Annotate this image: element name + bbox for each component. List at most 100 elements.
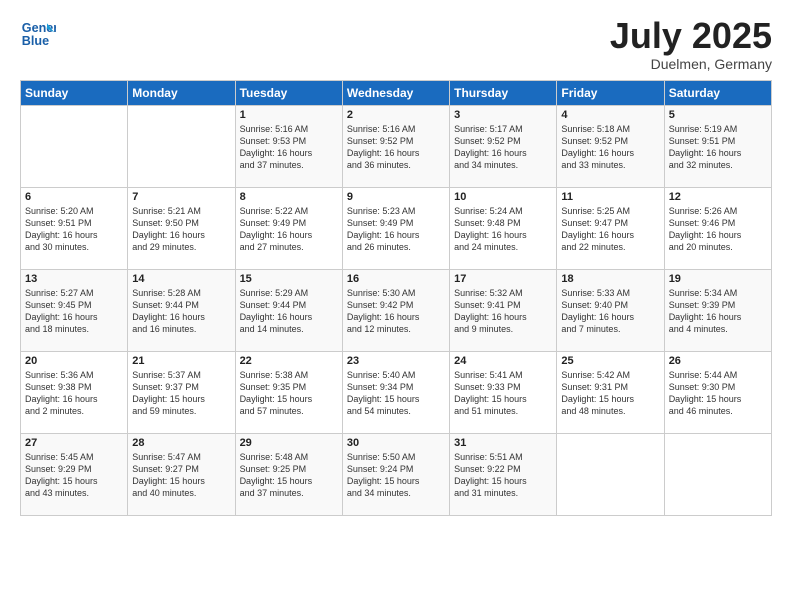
day-header-saturday: Saturday <box>664 80 771 105</box>
calendar-cell: 6 Sunrise: 5:20 AM Sunset: 9:51 PM Daylig… <box>21 187 128 269</box>
cell-content: Sunrise: 5:38 AM Sunset: 9:35 PM Dayligh… <box>240 369 338 418</box>
calendar-cell: 16 Sunrise: 5:30 AM Sunset: 9:42 PM Dayli… <box>342 269 449 351</box>
day-number: 21 <box>132 355 230 367</box>
logo: General Blue <box>20 16 56 52</box>
cell-content: Sunrise: 5:19 AM Sunset: 9:51 PM Dayligh… <box>669 123 767 172</box>
calendar-cell: 1Sunrise: 5:16 AM Sunset: 9:53 PM Daylig… <box>235 105 342 187</box>
day-number: 3 <box>454 109 552 121</box>
logo-icon: General Blue <box>20 16 56 52</box>
day-header-wednesday: Wednesday <box>342 80 449 105</box>
day-number: 17 <box>454 273 552 285</box>
day-number: 26 <box>669 355 767 367</box>
day-number: 15 <box>240 273 338 285</box>
day-number: 7 <box>132 191 230 203</box>
calendar-table: SundayMondayTuesdayWednesdayThursdayFrid… <box>20 80 772 516</box>
cell-content: Sunrise: 5:37 AM Sunset: 9:37 PM Dayligh… <box>132 369 230 418</box>
day-header-thursday: Thursday <box>450 80 557 105</box>
cell-content: Sunrise: 5:30 AM Sunset: 9:42 PM Dayligh… <box>347 287 445 336</box>
calendar-week-3: 13 Sunrise: 5:27 AM Sunset: 9:45 PM Dayli… <box>21 269 772 351</box>
calendar-week-5: 27 Sunrise: 5:45 AM Sunset: 9:29 PM Dayli… <box>21 433 772 515</box>
calendar-week-4: 20Sunrise: 5:36 AM Sunset: 9:38 PM Dayli… <box>21 351 772 433</box>
calendar-cell: 15Sunrise: 5:29 AM Sunset: 9:44 PM Dayli… <box>235 269 342 351</box>
calendar-cell: 18Sunrise: 5:33 AM Sunset: 9:40 PM Dayli… <box>557 269 664 351</box>
cell-content: Sunrise: 5:42 AM Sunset: 9:31 PM Dayligh… <box>561 369 659 418</box>
calendar-cell: 13 Sunrise: 5:27 AM Sunset: 9:45 PM Dayli… <box>21 269 128 351</box>
day-number: 30 <box>347 437 445 449</box>
cell-content: Sunrise: 5:27 AM Sunset: 9:45 PM Dayligh… <box>25 287 123 336</box>
calendar-cell: 14Sunrise: 5:28 AM Sunset: 9:44 PM Dayli… <box>128 269 235 351</box>
cell-content: Sunrise: 5:25 AM Sunset: 9:47 PM Dayligh… <box>561 205 659 254</box>
calendar-week-2: 6 Sunrise: 5:20 AM Sunset: 9:51 PM Daylig… <box>21 187 772 269</box>
calendar-cell: 9 Sunrise: 5:23 AM Sunset: 9:49 PM Daylig… <box>342 187 449 269</box>
cell-content: Sunrise: 5:28 AM Sunset: 9:44 PM Dayligh… <box>132 287 230 336</box>
cell-content: Sunrise: 5:17 AM Sunset: 9:52 PM Dayligh… <box>454 123 552 172</box>
calendar-cell: 28 Sunrise: 5:47 AM Sunset: 9:27 PM Dayli… <box>128 433 235 515</box>
title-block: July 2025 Duelmen, Germany <box>610 16 772 72</box>
day-header-monday: Monday <box>128 80 235 105</box>
cell-content: Sunrise: 5:18 AM Sunset: 9:52 PM Dayligh… <box>561 123 659 172</box>
calendar-cell: 26 Sunrise: 5:44 AM Sunset: 9:30 PM Dayli… <box>664 351 771 433</box>
calendar-cell <box>557 433 664 515</box>
cell-content: Sunrise: 5:45 AM Sunset: 9:29 PM Dayligh… <box>25 451 123 500</box>
day-number: 28 <box>132 437 230 449</box>
calendar-cell <box>128 105 235 187</box>
page-header: General Blue July 2025 Duelmen, Germany <box>20 16 772 72</box>
day-number: 12 <box>669 191 767 203</box>
day-number: 9 <box>347 191 445 203</box>
cell-content: Sunrise: 5:26 AM Sunset: 9:46 PM Dayligh… <box>669 205 767 254</box>
calendar-cell <box>21 105 128 187</box>
calendar-cell: 11 Sunrise: 5:25 AM Sunset: 9:47 PM Dayli… <box>557 187 664 269</box>
day-number: 24 <box>454 355 552 367</box>
calendar-cell: 2Sunrise: 5:16 AM Sunset: 9:52 PM Daylig… <box>342 105 449 187</box>
cell-content: Sunrise: 5:33 AM Sunset: 9:40 PM Dayligh… <box>561 287 659 336</box>
calendar-cell: 4Sunrise: 5:18 AM Sunset: 9:52 PM Daylig… <box>557 105 664 187</box>
cell-content: Sunrise: 5:32 AM Sunset: 9:41 PM Dayligh… <box>454 287 552 336</box>
calendar-cell: 31 Sunrise: 5:51 AM Sunset: 9:22 PM Dayli… <box>450 433 557 515</box>
cell-content: Sunrise: 5:48 AM Sunset: 9:25 PM Dayligh… <box>240 451 338 500</box>
day-number: 8 <box>240 191 338 203</box>
calendar-cell: 19 Sunrise: 5:34 AM Sunset: 9:39 PM Dayli… <box>664 269 771 351</box>
location-subtitle: Duelmen, Germany <box>610 56 772 72</box>
day-number: 27 <box>25 437 123 449</box>
cell-content: Sunrise: 5:23 AM Sunset: 9:49 PM Dayligh… <box>347 205 445 254</box>
day-number: 10 <box>454 191 552 203</box>
cell-content: Sunrise: 5:20 AM Sunset: 9:51 PM Dayligh… <box>25 205 123 254</box>
calendar-cell: 20Sunrise: 5:36 AM Sunset: 9:38 PM Dayli… <box>21 351 128 433</box>
day-number: 29 <box>240 437 338 449</box>
calendar-cell: 29 Sunrise: 5:48 AM Sunset: 9:25 PM Dayli… <box>235 433 342 515</box>
day-number: 11 <box>561 191 659 203</box>
day-number: 19 <box>669 273 767 285</box>
day-header-tuesday: Tuesday <box>235 80 342 105</box>
day-number: 16 <box>347 273 445 285</box>
day-number: 31 <box>454 437 552 449</box>
calendar-cell: 5 Sunrise: 5:19 AM Sunset: 9:51 PM Daylig… <box>664 105 771 187</box>
calendar-cell: 21 Sunrise: 5:37 AM Sunset: 9:37 PM Dayli… <box>128 351 235 433</box>
day-number: 6 <box>25 191 123 203</box>
calendar-cell: 24 Sunrise: 5:41 AM Sunset: 9:33 PM Dayli… <box>450 351 557 433</box>
calendar-cell: 12 Sunrise: 5:26 AM Sunset: 9:46 PM Dayli… <box>664 187 771 269</box>
day-number: 5 <box>669 109 767 121</box>
cell-content: Sunrise: 5:50 AM Sunset: 9:24 PM Dayligh… <box>347 451 445 500</box>
calendar-cell: 7Sunrise: 5:21 AM Sunset: 9:50 PM Daylig… <box>128 187 235 269</box>
calendar-cell: 30 Sunrise: 5:50 AM Sunset: 9:24 PM Dayli… <box>342 433 449 515</box>
calendar-cell: 27 Sunrise: 5:45 AM Sunset: 9:29 PM Dayli… <box>21 433 128 515</box>
calendar-cell: 8 Sunrise: 5:22 AM Sunset: 9:49 PM Daylig… <box>235 187 342 269</box>
cell-content: Sunrise: 5:16 AM Sunset: 9:53 PM Dayligh… <box>240 123 338 172</box>
cell-content: Sunrise: 5:24 AM Sunset: 9:48 PM Dayligh… <box>454 205 552 254</box>
calendar-cell: 10 Sunrise: 5:24 AM Sunset: 9:48 PM Dayli… <box>450 187 557 269</box>
cell-content: Sunrise: 5:47 AM Sunset: 9:27 PM Dayligh… <box>132 451 230 500</box>
calendar-cell: 23Sunrise: 5:40 AM Sunset: 9:34 PM Dayli… <box>342 351 449 433</box>
cell-content: Sunrise: 5:41 AM Sunset: 9:33 PM Dayligh… <box>454 369 552 418</box>
cell-content: Sunrise: 5:36 AM Sunset: 9:38 PM Dayligh… <box>25 369 123 418</box>
cell-content: Sunrise: 5:16 AM Sunset: 9:52 PM Dayligh… <box>347 123 445 172</box>
calendar-cell: 25Sunrise: 5:42 AM Sunset: 9:31 PM Dayli… <box>557 351 664 433</box>
cell-content: Sunrise: 5:34 AM Sunset: 9:39 PM Dayligh… <box>669 287 767 336</box>
day-header-friday: Friday <box>557 80 664 105</box>
cell-content: Sunrise: 5:51 AM Sunset: 9:22 PM Dayligh… <box>454 451 552 500</box>
cell-content: Sunrise: 5:44 AM Sunset: 9:30 PM Dayligh… <box>669 369 767 418</box>
month-title: July 2025 <box>610 16 772 56</box>
day-header-sunday: Sunday <box>21 80 128 105</box>
cell-content: Sunrise: 5:22 AM Sunset: 9:49 PM Dayligh… <box>240 205 338 254</box>
calendar-cell: 17 Sunrise: 5:32 AM Sunset: 9:41 PM Dayli… <box>450 269 557 351</box>
day-number: 13 <box>25 273 123 285</box>
